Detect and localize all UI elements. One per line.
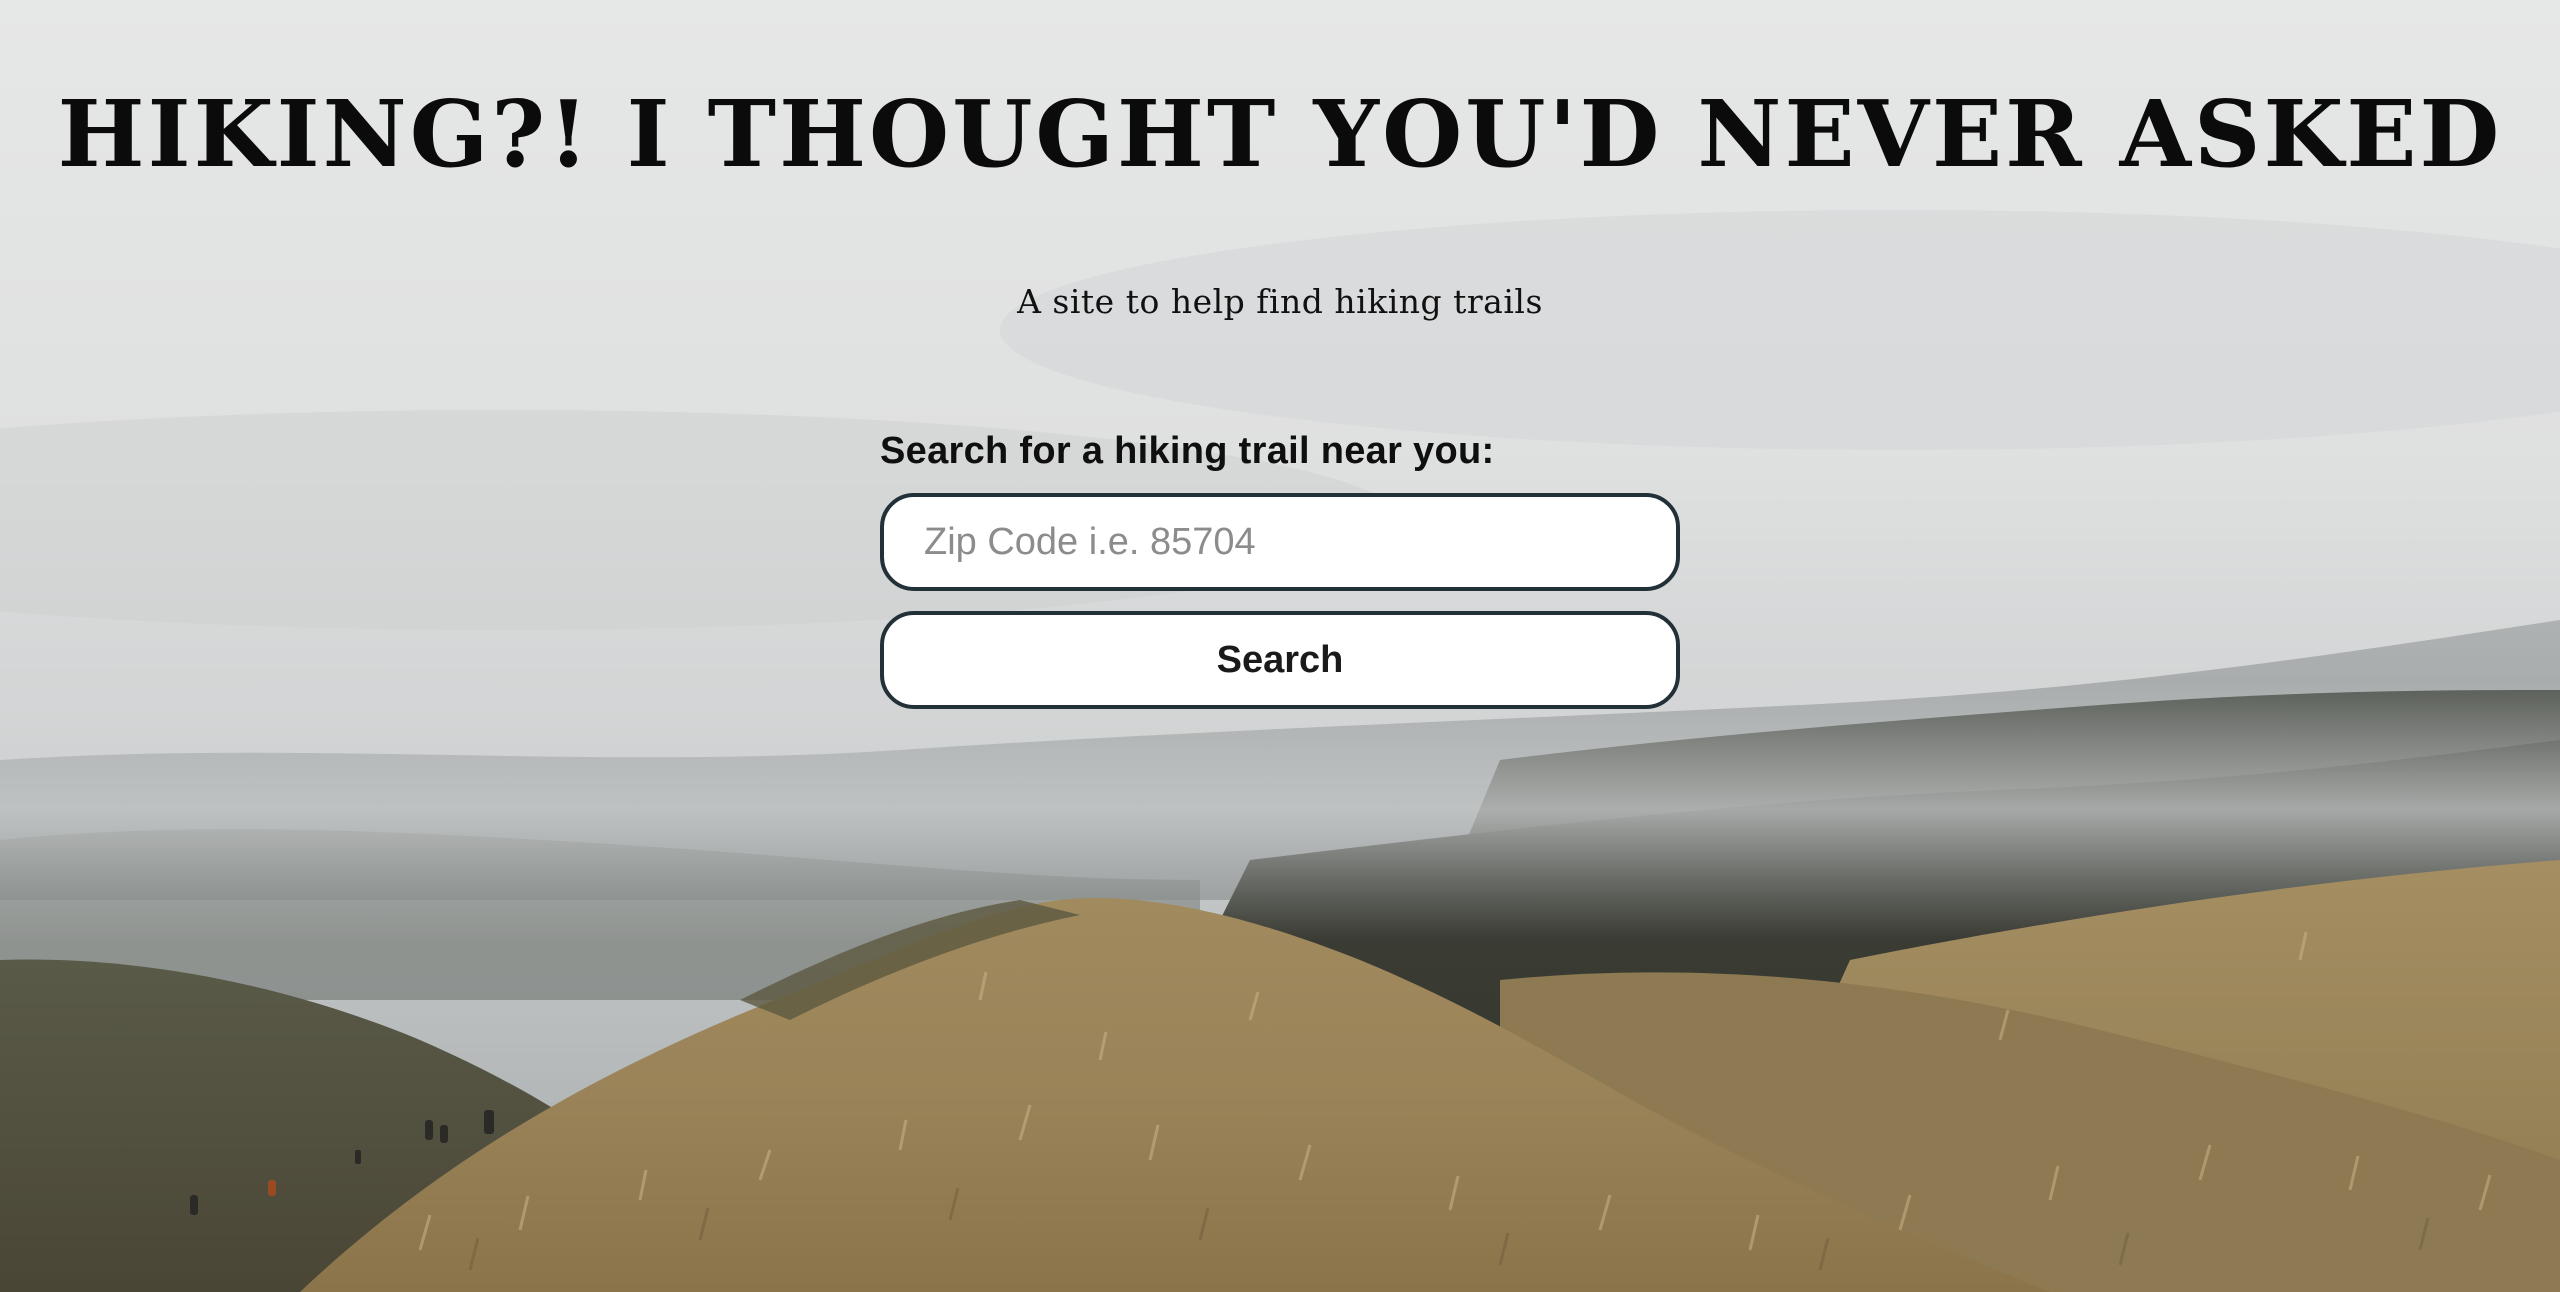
zip-code-input[interactable] (880, 493, 1680, 591)
search-button[interactable]: Search (880, 611, 1680, 709)
main-content: HIKING?! I THOUGHT YOU'D NEVER ASKED A s… (0, 0, 2560, 1292)
page-title: HIKING?! I THOUGHT YOU'D NEVER ASKED (57, 80, 2503, 188)
trail-search-form: Search for a hiking trail near you: Sear… (880, 430, 1680, 709)
search-label: Search for a hiking trail near you: (880, 430, 1495, 472)
page-subtitle: A site to help find hiking trails (1017, 282, 1543, 321)
